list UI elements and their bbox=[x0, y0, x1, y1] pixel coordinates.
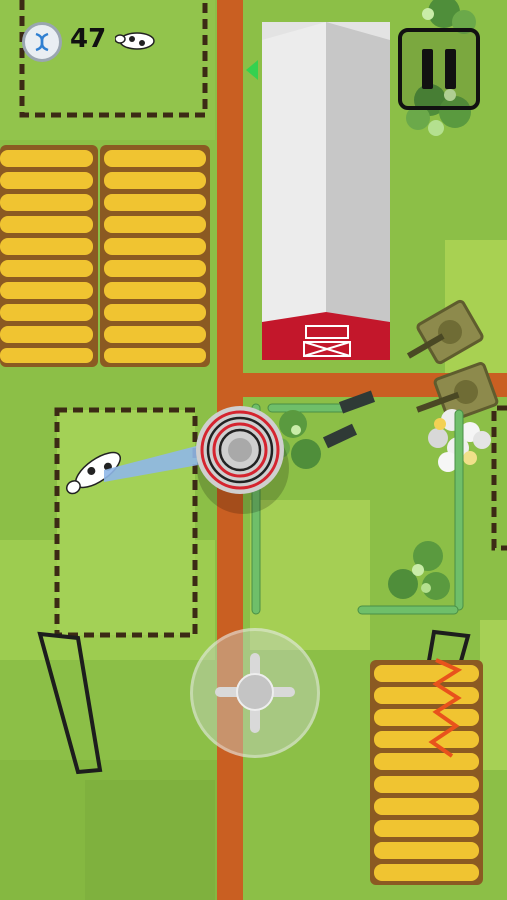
virtual-joystick[interactable] bbox=[190, 628, 320, 758]
hay-field-left bbox=[0, 145, 210, 367]
grass-patch bbox=[0, 0, 215, 140]
grass-patch bbox=[480, 620, 507, 770]
grass-patch bbox=[250, 500, 370, 650]
game-world bbox=[0, 0, 507, 900]
cow-icon bbox=[114, 31, 155, 50]
grass-patch bbox=[85, 780, 215, 900]
dna-badge bbox=[22, 22, 62, 62]
ufo bbox=[196, 406, 284, 494]
score-display: 47 bbox=[70, 24, 159, 54]
hay-field-bottom-right bbox=[370, 658, 483, 885]
joystick-icon bbox=[215, 653, 295, 733]
dna-icon bbox=[35, 32, 49, 52]
pause-button[interactable] bbox=[398, 28, 480, 110]
pause-icon bbox=[416, 49, 462, 89]
barn bbox=[262, 22, 390, 360]
score-value: 47 bbox=[70, 24, 107, 54]
cow-pen bbox=[54, 407, 198, 638]
